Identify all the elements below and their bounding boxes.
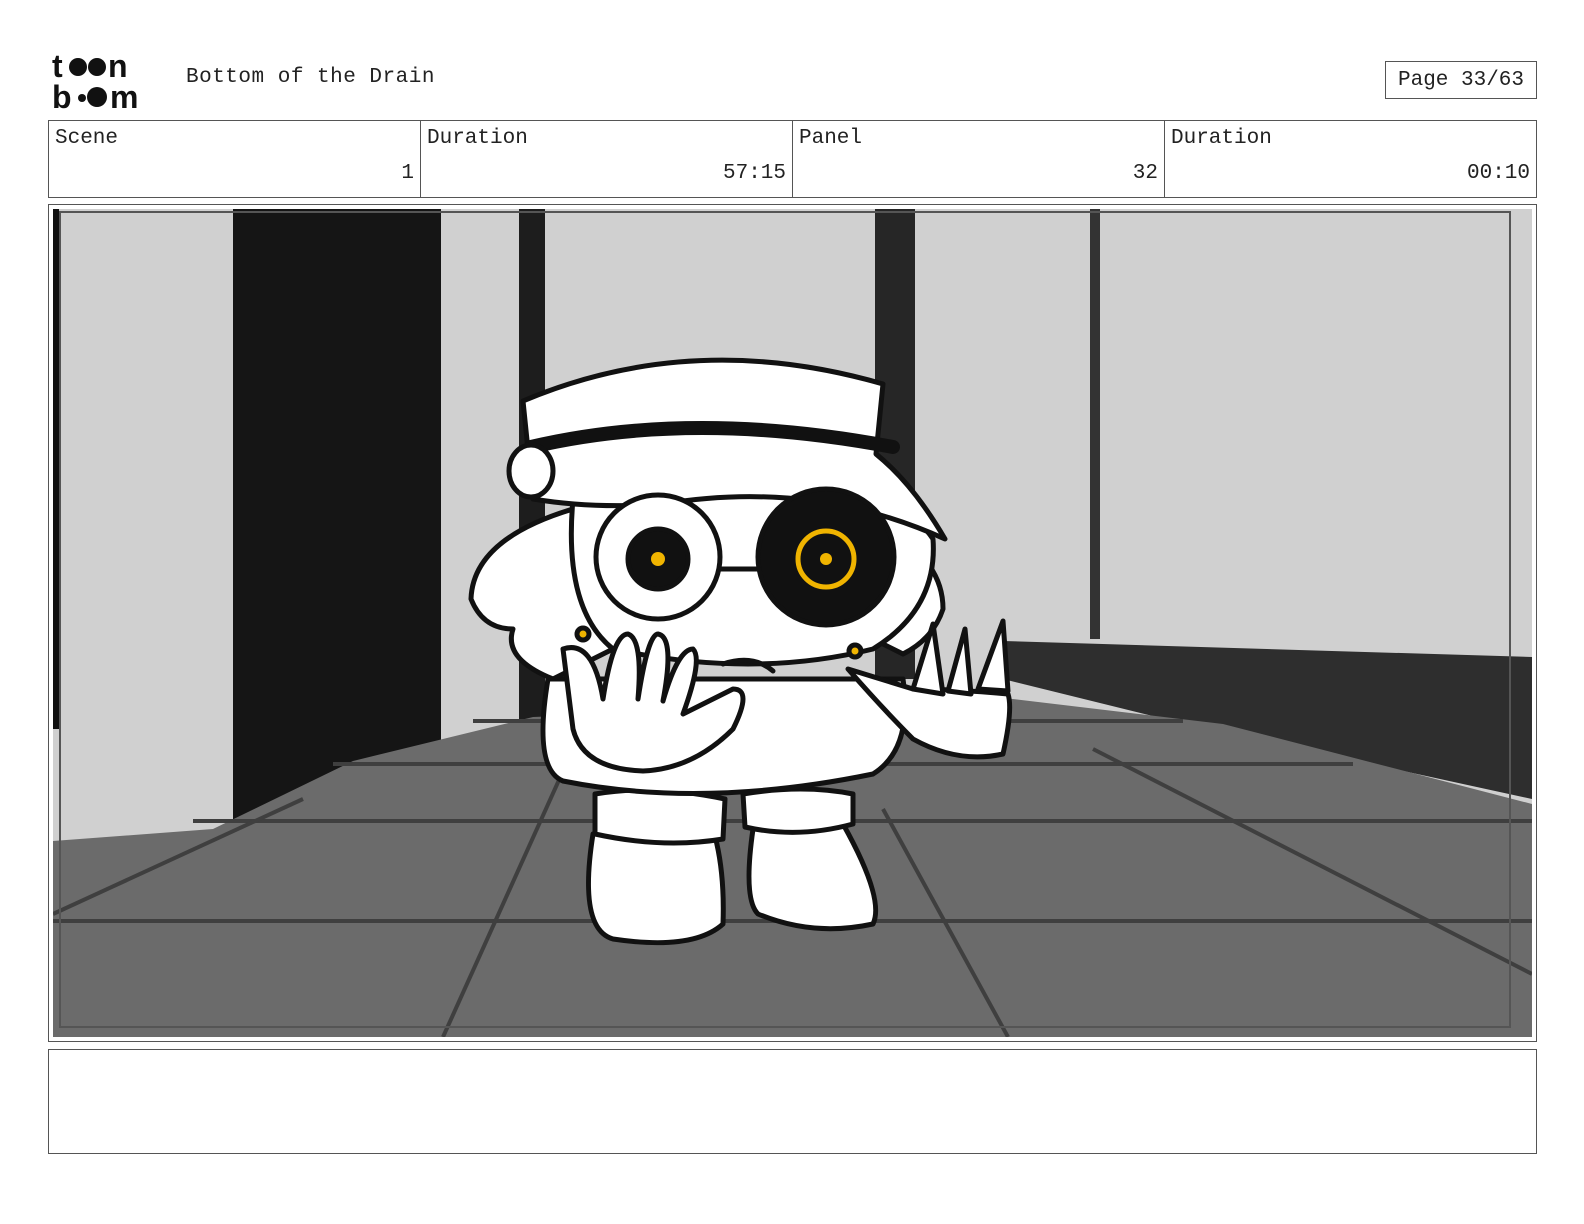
scene-duration-cell: Duration 57:15: [421, 121, 793, 197]
scene-duration-value: 57:15: [722, 162, 786, 185]
panel-label: Panel: [799, 127, 863, 150]
scene-value: 1: [401, 162, 414, 185]
project-title: Bottom of the Drain: [186, 66, 435, 89]
panel-cell: Panel 32: [793, 121, 1165, 197]
panel-notes-box: [48, 1049, 1537, 1154]
scene-label: Scene: [55, 127, 119, 150]
svg-text:m: m: [110, 79, 138, 112]
scene-cell: Scene 1: [49, 121, 421, 197]
storyboard-panel-frame: [48, 204, 1537, 1042]
panel-value: 32: [1132, 162, 1158, 185]
page-indicator: Page 33/63: [1385, 61, 1537, 99]
toon-boom-logo-icon: t n b m: [52, 48, 138, 115]
storyboard-frame-image: [53, 209, 1532, 1037]
panel-duration-cell: Duration 00:10: [1165, 121, 1536, 197]
toon-boom-logo: t n b m: [52, 48, 164, 115]
panel-duration-value: 00:10: [1466, 162, 1530, 185]
scene-info-row: Scene 1 Duration 57:15 Panel 32 Duration…: [48, 120, 1537, 198]
scene-duration-label: Duration: [427, 127, 528, 150]
panel-duration-label: Duration: [1171, 127, 1272, 150]
svg-text:b: b: [52, 79, 72, 112]
